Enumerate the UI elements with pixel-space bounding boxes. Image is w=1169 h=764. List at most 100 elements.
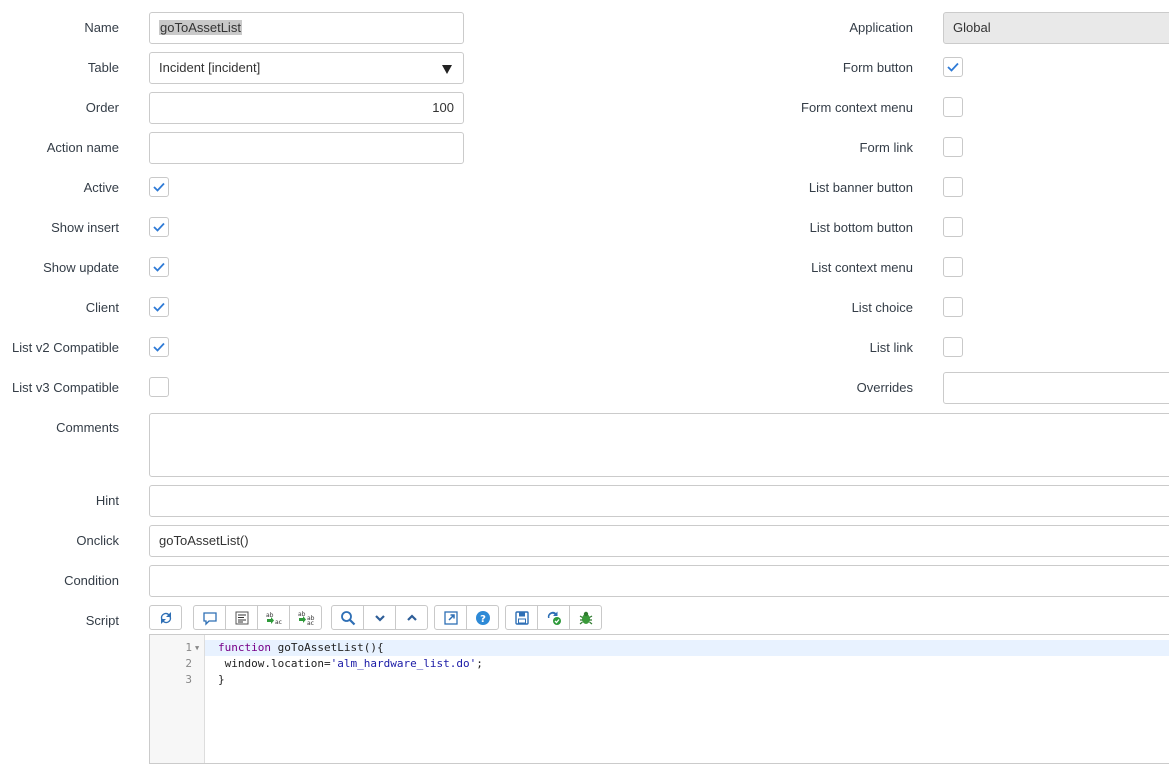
form-button-checkbox[interactable]: [943, 57, 963, 77]
format-code-button[interactable]: [225, 605, 258, 630]
application-label: Application: [849, 20, 913, 35]
client-label: Client: [85, 300, 119, 315]
replace-icon: abac: [266, 612, 282, 626]
order-field[interactable]: 100: [149, 92, 464, 124]
list-choice-checkbox[interactable]: [943, 297, 963, 317]
order-value: 100: [432, 100, 454, 115]
list-bottom-button-checkbox[interactable]: [943, 217, 963, 237]
help-button[interactable]: ?: [466, 605, 499, 630]
comment-button[interactable]: [193, 605, 226, 630]
form-context-menu-label: Form context menu: [801, 100, 913, 115]
form-link-label: Form link: [859, 140, 913, 155]
line-number: 1: [185, 641, 192, 654]
fold-arrow-icon[interactable]: ▼: [195, 640, 199, 656]
code-keyword: function: [218, 641, 271, 654]
application-field: Global: [943, 12, 1169, 44]
list-banner-button-checkbox[interactable]: [943, 177, 963, 197]
replace-button[interactable]: ab ac: [257, 605, 290, 630]
help-icon: ?: [475, 610, 490, 625]
list-banner-button-label: List banner button: [808, 180, 913, 195]
list-v2-label: List v2 Compatible: [12, 340, 119, 355]
overrides-label: Overrides: [856, 380, 913, 395]
debug-button[interactable]: [569, 605, 602, 630]
list-context-menu-label: List context menu: [811, 260, 913, 275]
code-string: 'alm_hardware_list.do': [330, 657, 477, 670]
toolbar-group-syntax: [149, 605, 182, 630]
chevron-up-icon: [406, 613, 417, 621]
dropdown-arrow-icon: [442, 65, 452, 74]
check-icon: [153, 182, 165, 192]
comments-label: Comments: [56, 420, 119, 435]
check-icon: [153, 222, 165, 232]
onclick-field[interactable]: goToAssetList(): [149, 525, 1169, 557]
svg-text:?: ?: [480, 614, 486, 625]
svg-text:ab: ab: [266, 612, 274, 619]
condition-label: Condition: [64, 573, 119, 588]
order-label: Order: [85, 100, 119, 115]
script-label: Script: [85, 613, 119, 628]
active-checkbox[interactable]: [149, 177, 169, 197]
line-number: 2: [185, 657, 192, 670]
comments-textarea[interactable]: [149, 413, 1169, 477]
client-checkbox[interactable]: [149, 297, 169, 317]
search-icon: [340, 610, 355, 625]
form-button-label: Form button: [842, 60, 913, 75]
svg-text:ab: ab: [298, 611, 306, 618]
search-previous-button[interactable]: [395, 605, 428, 630]
list-link-label: List link: [869, 340, 913, 355]
search-button[interactable]: [331, 605, 364, 630]
list-v3-label: List v3 Compatible: [12, 380, 119, 395]
fullscreen-button[interactable]: [434, 605, 467, 630]
format-code-icon: [235, 611, 248, 624]
onclick-value: goToAssetList(): [159, 533, 249, 548]
name-value: goToAssetList: [159, 20, 242, 35]
show-insert-label: Show insert: [51, 220, 119, 235]
code-line-1: function goToAssetList(){: [218, 640, 384, 656]
code-text: goToAssetList(){: [270, 641, 384, 654]
list-v2-checkbox[interactable]: [149, 337, 169, 357]
fullscreen-icon: [443, 610, 458, 625]
list-link-checkbox[interactable]: [943, 337, 963, 357]
replace-all-icon: ababac: [298, 611, 315, 626]
script-editor[interactable]: 1 ▼ 2 3 function goToAssetList(){ window…: [149, 634, 1169, 764]
hint-field[interactable]: [149, 485, 1169, 517]
search-next-button[interactable]: [363, 605, 396, 630]
show-update-label: Show update: [43, 260, 119, 275]
active-label: Active: [83, 180, 119, 195]
toggle-syntax-button[interactable]: [149, 605, 182, 630]
table-label: Table: [87, 60, 119, 75]
check-icon: [947, 62, 959, 72]
overrides-field[interactable]: [943, 372, 1169, 404]
name-field[interactable]: goToAssetList: [149, 12, 464, 44]
table-select-value: Incident [incident]: [159, 60, 261, 75]
line-number-gutter: 1 ▼ 2 3: [150, 635, 205, 763]
save-button[interactable]: [505, 605, 538, 630]
list-bottom-button-label: List bottom button: [809, 220, 913, 235]
bug-icon: [579, 611, 592, 624]
comment-icon: [202, 611, 217, 626]
application-value: Global: [953, 20, 991, 35]
list-v3-checkbox[interactable]: [149, 377, 169, 397]
action-name-field[interactable]: [149, 132, 464, 164]
show-update-checkbox[interactable]: [149, 257, 169, 277]
chevron-down-icon: [374, 614, 385, 622]
form-context-menu-checkbox[interactable]: [943, 97, 963, 117]
replace-all-button[interactable]: ab ab ac: [289, 605, 322, 630]
show-insert-checkbox[interactable]: [149, 217, 169, 237]
code-line-2: window.location='alm_hardware_list.do';: [218, 656, 483, 672]
list-choice-label: List choice: [851, 300, 913, 315]
onclick-label: Onclick: [76, 533, 119, 548]
toolbar-group-edit: ab ac ab ab ac: [193, 605, 322, 630]
code-text: window.location=: [218, 657, 331, 670]
condition-field[interactable]: [149, 565, 1169, 597]
form-link-checkbox[interactable]: [943, 137, 963, 157]
check-icon: [153, 302, 165, 312]
toolbar-group-tools: [505, 605, 602, 630]
list-context-menu-checkbox[interactable]: [943, 257, 963, 277]
script-debug-icon: [547, 611, 561, 625]
svg-text:ac: ac: [307, 620, 314, 626]
script-debug-button[interactable]: [537, 605, 570, 630]
code-text: }: [218, 673, 225, 686]
hint-label: Hint: [95, 493, 119, 508]
table-select[interactable]: Incident [incident]: [149, 52, 464, 84]
